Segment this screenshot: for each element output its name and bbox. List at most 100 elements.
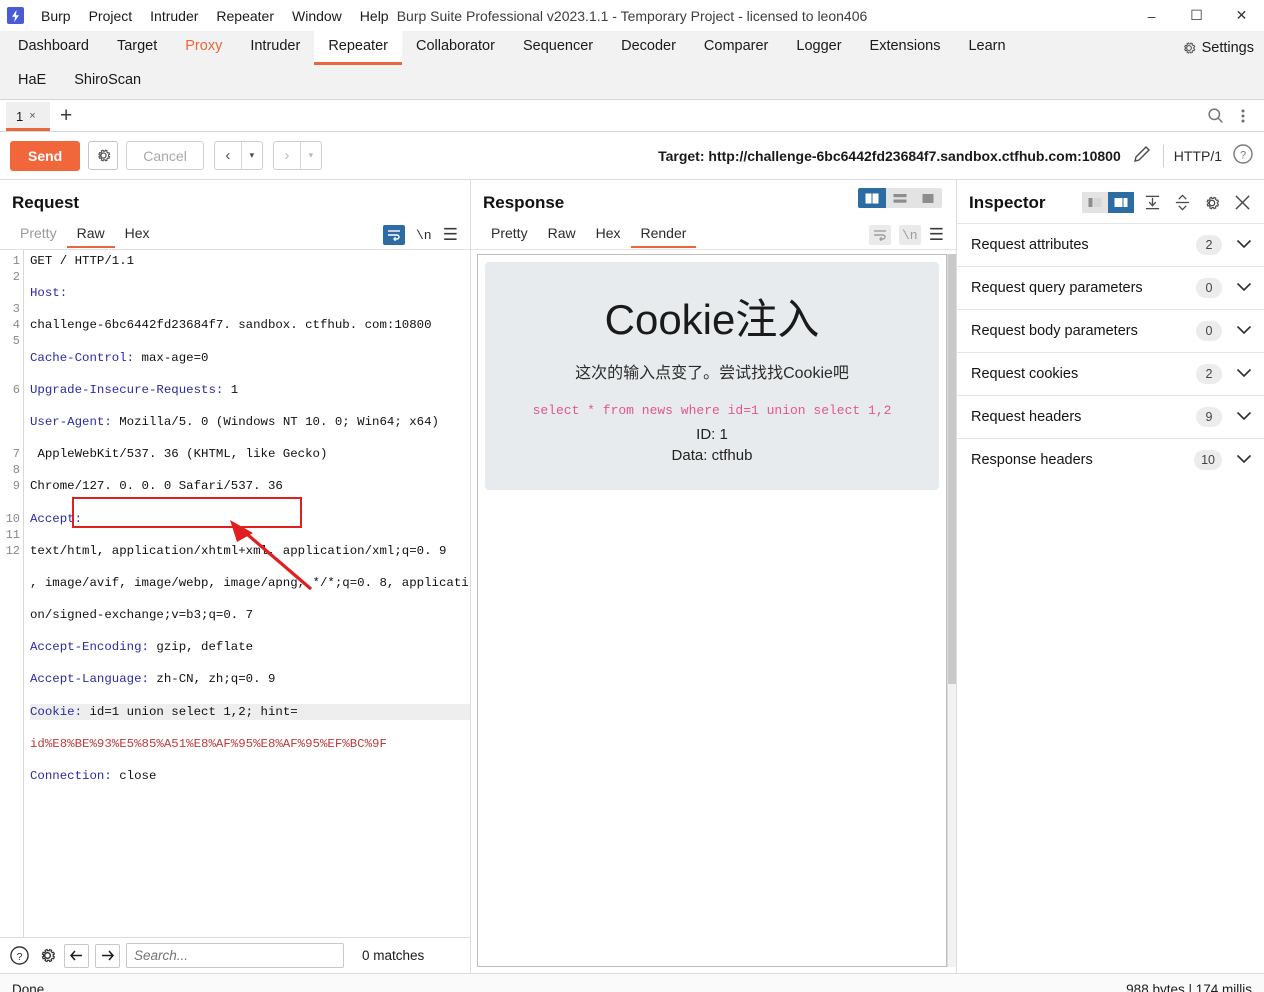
close-icon[interactable]: × [29, 110, 35, 122]
forward-nav-group[interactable]: › ▾ [272, 141, 322, 170]
scrollbar-thumb[interactable] [948, 254, 956, 684]
request-pane: Request Pretty Raw Hex \n ☰ 1 2 3 4 5 6 7 8 9 10 1… [0, 180, 470, 973]
split-view-icon[interactable] [858, 188, 886, 208]
gear-icon[interactable] [1200, 194, 1224, 212]
response-tab-pretty[interactable]: Pretty [481, 223, 538, 248]
request-tab-raw[interactable]: Raw [66, 223, 115, 248]
tab-comparer[interactable]: Comparer [690, 31, 782, 65]
pencil-icon[interactable] [1131, 143, 1153, 168]
http-version-label[interactable]: HTTP/1 [1174, 148, 1222, 164]
request-tab-pretty[interactable]: Pretty [10, 223, 67, 248]
tab-intruder[interactable]: Intruder [236, 31, 314, 65]
stacked-view-icon[interactable] [886, 188, 914, 208]
settings-button[interactable]: Settings [1171, 31, 1264, 65]
request-line: text/html, application/xhtml+xml, applic… [30, 543, 470, 559]
tab-target[interactable]: Target [103, 31, 171, 65]
result-id-line: ID: 1 [696, 426, 728, 443]
hamburger-menu-icon[interactable]: ☰ [929, 225, 948, 245]
menu-intruder[interactable]: Intruder [141, 5, 207, 27]
tab-learn[interactable]: Learn [954, 31, 1019, 65]
inspector-section-row[interactable]: Request query parameters 0 [957, 266, 1264, 309]
repeater-action-bar: Send Cancel ‹ ▾ › ▾ Target: http://chall… [0, 132, 1264, 180]
tab-logger[interactable]: Logger [782, 31, 855, 65]
chevron-down-icon[interactable] [1236, 238, 1252, 252]
inspector-section-row[interactable]: Request headers 9 [957, 395, 1264, 438]
request-settings-button[interactable] [88, 141, 119, 170]
send-button[interactable]: Send [10, 140, 81, 171]
response-tab-raw[interactable]: Raw [538, 223, 586, 248]
line-number: 5 [12, 334, 20, 349]
menu-repeater[interactable]: Repeater [207, 5, 283, 27]
single-view-icon[interactable] [914, 188, 942, 208]
inspector-sections: Request attributes 2 Request query paramet… [957, 223, 1264, 481]
tab-proxy[interactable]: Proxy [171, 31, 236, 65]
back-arrow-icon[interactable]: ‹ [215, 142, 241, 169]
tab-decoder[interactable]: Decoder [607, 31, 690, 65]
word-wrap-icon[interactable] [868, 225, 891, 245]
target-area: Target: http://challenge-6bc6442fd23684f… [658, 143, 1254, 168]
gear-icon[interactable] [36, 945, 58, 967]
new-tab-button[interactable]: + [50, 100, 82, 131]
inspector-section-label: Request attributes [971, 237, 1089, 253]
target-label: Target: [658, 147, 705, 164]
line-number: 9 [12, 479, 20, 494]
tab-dashboard[interactable]: Dashboard [4, 31, 103, 65]
forward-arrow-icon[interactable]: › [274, 142, 300, 169]
tab-sequencer[interactable]: Sequencer [509, 31, 607, 65]
collapse-all-icon[interactable] [1140, 194, 1164, 211]
chevron-down-icon[interactable] [1236, 410, 1252, 424]
chevron-down-icon[interactable]: ▾ [242, 142, 262, 169]
tab-extensions[interactable]: Extensions [856, 31, 955, 65]
inspector-section-label: Request headers [971, 409, 1082, 425]
menu-project[interactable]: Project [80, 5, 142, 27]
inspector-view-toggle [1082, 192, 1134, 213]
help-circle-icon[interactable]: ? [8, 945, 30, 967]
line-text: text/html, application/xhtml+xml, applic… [30, 543, 447, 558]
inspector-pane: Inspector Request attributes 2 Request q… [956, 180, 1264, 973]
expand-all-icon[interactable] [1170, 194, 1194, 211]
search-icon[interactable] [1202, 103, 1228, 129]
panel-left-icon[interactable] [1082, 192, 1108, 213]
tab-hae[interactable]: HaE [4, 65, 60, 99]
maximize-button[interactable]: ☐ [1174, 0, 1219, 31]
chevron-down-icon[interactable] [1236, 453, 1252, 467]
tab-shiroscan[interactable]: ShiroScan [60, 65, 155, 99]
inspector-section-row[interactable]: Request cookies 2 [957, 352, 1264, 395]
menu-burp[interactable]: Burp [32, 5, 80, 27]
newline-icon[interactable]: \n [898, 225, 921, 245]
newline-icon[interactable]: \n [413, 225, 435, 245]
cancel-button[interactable]: Cancel [126, 141, 204, 170]
kebab-menu-icon[interactable] [1230, 103, 1256, 129]
search-prev-button[interactable] [64, 943, 89, 968]
chevron-down-icon[interactable] [1236, 367, 1252, 381]
close-icon[interactable] [1230, 194, 1254, 211]
menu-help[interactable]: Help [351, 5, 398, 27]
search-next-button[interactable] [95, 943, 120, 968]
request-tab-hex[interactable]: Hex [115, 223, 160, 248]
line-number [0, 414, 23, 430]
back-nav-group[interactable]: ‹ ▾ [213, 141, 263, 170]
request-raw-text[interactable]: GET / HTTP/1.1 Host: challenge-6bc6442fd… [24, 250, 470, 937]
hamburger-menu-icon[interactable]: ☰ [443, 225, 462, 245]
response-tab-render[interactable]: Render [630, 223, 697, 248]
chevron-down-icon[interactable] [1236, 281, 1252, 295]
render-scrollbar[interactable] [947, 254, 956, 967]
search-input[interactable] [126, 943, 344, 968]
word-wrap-icon[interactable] [382, 225, 405, 245]
line-text: id=1 union select 1,2; hint= [82, 704, 298, 719]
chevron-down-icon[interactable]: ▾ [301, 142, 321, 169]
minimize-button[interactable]: – [1129, 0, 1174, 31]
close-button[interactable]: ✕ [1219, 0, 1264, 31]
inspector-section-row[interactable]: Request attributes 2 [957, 223, 1264, 266]
tab-repeater[interactable]: Repeater [314, 31, 402, 65]
tab-collaborator[interactable]: Collaborator [402, 31, 509, 65]
help-circle-icon[interactable]: ? [1232, 143, 1254, 168]
response-tab-hex[interactable]: Hex [586, 223, 631, 248]
menu-window[interactable]: Window [283, 5, 351, 27]
request-editor[interactable]: 1 2 3 4 5 6 7 8 9 10 11 12 GET / HTTP/1.1 Host: cha… [0, 249, 470, 937]
chevron-down-icon[interactable] [1236, 324, 1252, 338]
inspector-section-row[interactable]: Response headers 10 [957, 438, 1264, 481]
panel-right-icon[interactable] [1108, 192, 1134, 213]
repeater-tab-1[interactable]: 1 × [6, 102, 50, 131]
inspector-section-row[interactable]: Request body parameters 0 [957, 309, 1264, 352]
